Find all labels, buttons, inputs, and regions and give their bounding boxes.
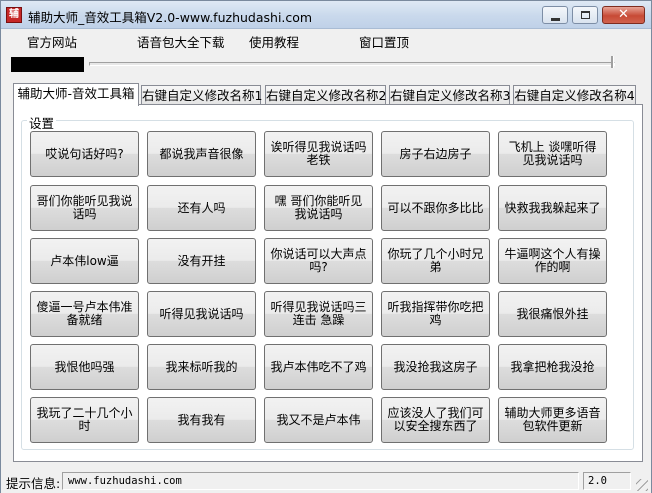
main-window: 辅 辅助大师_音效工具箱V2.0-www.fuzhudashi.com ✕ 官方… [0,0,652,493]
title-bar[interactable]: 辅 辅助大师_音效工具箱V2.0-www.fuzhudashi.com ✕ [1,1,651,29]
sound-button[interactable]: 嘿 哥们你能听见我说话吗 [264,185,373,231]
sound-button[interactable]: 哎说句话好吗? [30,131,139,177]
sound-button[interactable]: 我没抢我这房子 [381,344,490,390]
sound-button[interactable]: 听得见我说话吗三连击 急躁 [264,291,373,337]
sound-button[interactable]: 你玩了几个小时兄弟 [381,238,490,284]
sound-button[interactable]: 辅助大师更多语音包软件更新 [498,397,607,443]
sound-button[interactable]: 你说话可以大声点吗? [264,238,373,284]
minimize-icon [551,18,560,21]
close-icon: ✕ [618,7,629,22]
tab-custom-4[interactable]: 右键自定义修改名称4 [513,85,636,105]
sound-button[interactable]: 听得见我说话吗 [147,291,256,337]
status-bar: 提示信息: www.fuzhudashi.com 2.0 [1,469,651,493]
window-controls: ✕ [542,6,645,24]
window-title: 辅助大师_音效工具箱V2.0-www.fuzhudashi.com [28,10,313,25]
sound-button[interactable]: 听我指挥带你吃把鸡 [381,291,490,337]
sound-button[interactable]: 快救我我躲起来了 [498,185,607,231]
sound-button[interactable]: 哥们你能听见我说话吗 [30,185,139,231]
progress-indicator [11,57,84,72]
sound-button[interactable]: 傻逼一号卢本伟准备就绪 [30,291,139,337]
resize-grip-icon[interactable] [636,479,648,491]
sound-button[interactable]: 我恨他吗强 [30,344,139,390]
tab-custom-2[interactable]: 右键自定义修改名称2 [265,85,386,105]
tab-custom-3[interactable]: 右键自定义修改名称3 [389,85,510,105]
status-label: 提示信息: [6,476,61,491]
sound-button[interactable]: 我很痛恨外挂 [498,291,607,337]
sound-button[interactable]: 我拿把枪我没抢 [498,344,607,390]
sound-button[interactable]: 我玩了二十几个小时 [30,397,139,443]
menu-bar: 官方网站 语音包大全下载 使用教程 窗口置顶 [1,29,651,51]
sound-button[interactable]: 没有开挂 [147,238,256,284]
playback-slider[interactable] [89,62,615,66]
menu-tutorial[interactable]: 使用教程 [249,32,299,51]
sound-button[interactable]: 还有人吗 [147,185,256,231]
app-icon: 辅 [6,7,22,23]
sound-button[interactable]: 可以不跟你多比比 [381,185,490,231]
tab-custom-1[interactable]: 右键自定义修改名称1 [141,85,262,105]
sound-button[interactable]: 都说我声音很像 [147,131,256,177]
sound-button[interactable]: 卢本伟low逼 [30,238,139,284]
sound-button[interactable]: 我来标听我的 [147,344,256,390]
maximize-icon [581,11,590,19]
tab-toolbox[interactable]: 辅助大师-音效工具箱 [13,83,139,106]
slider-thumb[interactable] [611,56,614,68]
settings-group-label: 设置 [27,113,57,132]
status-version: 2.0 [583,472,631,490]
sound-button[interactable]: 房子右边房子 [381,131,490,177]
sound-button[interactable]: 我又不是卢本伟 [264,397,373,443]
sound-button[interactable]: 我有我有 [147,397,256,443]
status-message: www.fuzhudashi.com [62,472,579,490]
minimize-button[interactable] [542,6,568,24]
maximize-button[interactable] [572,6,598,24]
sound-button[interactable]: 飞机上 谈嘿听得见我说话吗 [498,131,607,177]
tab-strip: 辅助大师-音效工具箱 右键自定义修改名称1 右键自定义修改名称2 右键自定义修改… [13,83,643,106]
sound-button[interactable]: 我卢本伟吃不了鸡 [264,344,373,390]
menu-voice-pack-download[interactable]: 语音包大全下载 [137,32,225,51]
tab-panel: 设置 哎说句话好吗? 都说我声音很像 诶听得见我说话吗老铁 房子右边房子 飞机上… [13,104,643,462]
playback-row [1,53,651,77]
menu-window-topmost[interactable]: 窗口置顶 [359,32,409,51]
close-button[interactable]: ✕ [602,6,645,24]
menu-official-site[interactable]: 官方网站 [27,32,77,51]
sound-button[interactable]: 牛逼啊这个人有操作的啊 [498,238,607,284]
sound-button[interactable]: 诶听得见我说话吗老铁 [264,131,373,177]
sound-button[interactable]: 应该没人了我们可以安全搜东西了 [381,397,490,443]
